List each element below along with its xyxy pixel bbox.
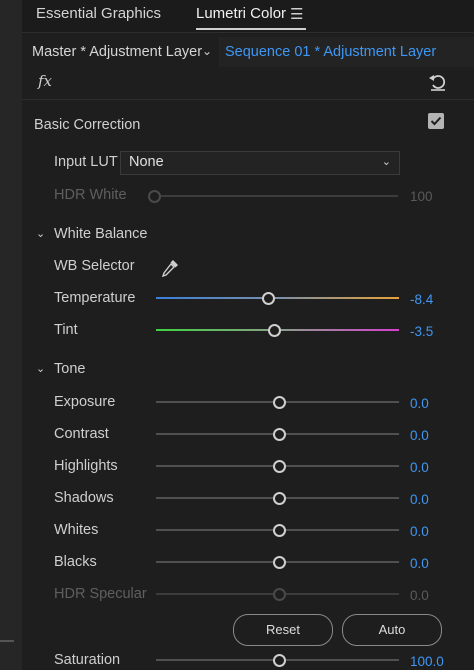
active-tab-indicator xyxy=(196,28,306,30)
lumetri-color-panel: Essential Graphics Lumetri Color ☰ Maste… xyxy=(22,0,474,670)
blacks-label: Blacks xyxy=(54,554,97,570)
section-divider xyxy=(22,99,474,100)
temperature-track xyxy=(156,297,399,299)
fx-toggle[interactable]: fx xyxy=(38,72,52,90)
hdr-specular-slider-knob[interactable] xyxy=(273,588,286,601)
basic-correction-enable-checkbox[interactable] xyxy=(428,113,444,129)
fx-row: fx xyxy=(22,70,474,96)
shadows-value[interactable]: 0.0 xyxy=(410,492,429,507)
sequence-clip-label[interactable]: Sequence 01 * Adjustment Layer xyxy=(225,44,436,60)
hdr-specular-value[interactable]: 0.0 xyxy=(410,588,429,603)
master-clip-dropdown[interactable]: Master * Adjustment Layer xyxy=(32,44,202,60)
checkmark-icon xyxy=(430,116,442,126)
saturation-label: Saturation xyxy=(54,652,121,668)
blacks-value[interactable]: 0.0 xyxy=(410,556,429,571)
hdr-white-track xyxy=(154,195,398,197)
reset-arrow-icon[interactable] xyxy=(426,70,450,94)
hdr-specular-label: HDR Specular xyxy=(54,586,147,602)
eyedropper-icon[interactable] xyxy=(160,258,180,278)
highlights-slider-knob[interactable] xyxy=(273,460,286,473)
temperature-label: Temperature xyxy=(54,290,136,306)
contrast-label: Contrast xyxy=(54,426,109,442)
tint-label: Tint xyxy=(54,322,78,338)
tint-value[interactable]: -3.5 xyxy=(410,324,433,339)
chevron-down-icon[interactable]: ⌄ xyxy=(36,362,45,375)
chevron-down-icon[interactable]: ⌄ xyxy=(202,44,212,58)
exposure-value[interactable]: 0.0 xyxy=(410,396,429,411)
whites-label: Whites xyxy=(54,522,99,538)
panel-resize-handle[interactable] xyxy=(0,640,14,642)
contrast-value[interactable]: 0.0 xyxy=(410,428,429,443)
whites-value[interactable]: 0.0 xyxy=(410,524,429,539)
input-lut-value: None xyxy=(129,154,164,170)
hamburger-menu-icon[interactable]: ☰ xyxy=(290,5,303,23)
input-lut-select[interactable]: None ⌄ xyxy=(120,151,400,175)
chevron-down-icon[interactable]: ⌄ xyxy=(36,227,45,240)
shadows-slider-knob[interactable] xyxy=(273,492,286,505)
input-lut-label: Input LUT xyxy=(54,154,118,170)
highlights-value[interactable]: 0.0 xyxy=(410,460,429,475)
saturation-value[interactable]: 100.0 xyxy=(410,654,444,669)
white-balance-header[interactable]: White Balance xyxy=(54,226,148,242)
saturation-slider-knob[interactable] xyxy=(273,654,286,667)
basic-correction-header[interactable]: Basic Correction xyxy=(34,117,140,133)
tone-reset-button[interactable]: Reset xyxy=(233,614,333,646)
whites-slider-knob[interactable] xyxy=(273,524,286,537)
temperature-slider-knob[interactable] xyxy=(262,292,275,305)
clip-selector-bar: Master * Adjustment Layer ⌄ Sequence 01 … xyxy=(22,36,474,68)
blacks-slider-knob[interactable] xyxy=(273,556,286,569)
tab-essential-graphics[interactable]: Essential Graphics xyxy=(36,5,161,22)
tone-auto-button[interactable]: Auto xyxy=(342,614,442,646)
contrast-slider-knob[interactable] xyxy=(273,428,286,441)
tint-slider-knob[interactable] xyxy=(268,324,281,337)
tab-lumetri-color[interactable]: Lumetri Color xyxy=(196,5,286,22)
left-panel-edge xyxy=(0,0,23,670)
tone-header[interactable]: Tone xyxy=(54,361,85,377)
temperature-value[interactable]: -8.4 xyxy=(410,292,433,307)
panel-tab-bar: Essential Graphics Lumetri Color ☰ xyxy=(22,0,474,33)
exposure-slider-knob[interactable] xyxy=(273,396,286,409)
hdr-white-label: HDR White xyxy=(54,187,127,203)
shadows-label: Shadows xyxy=(54,490,114,506)
wb-selector-label: WB Selector xyxy=(54,258,135,274)
highlights-label: Highlights xyxy=(54,458,118,474)
hdr-white-value[interactable]: 100 xyxy=(410,189,433,204)
hdr-white-slider-knob[interactable] xyxy=(148,190,161,203)
chevron-down-icon: ⌄ xyxy=(381,156,391,168)
exposure-label: Exposure xyxy=(54,394,116,410)
